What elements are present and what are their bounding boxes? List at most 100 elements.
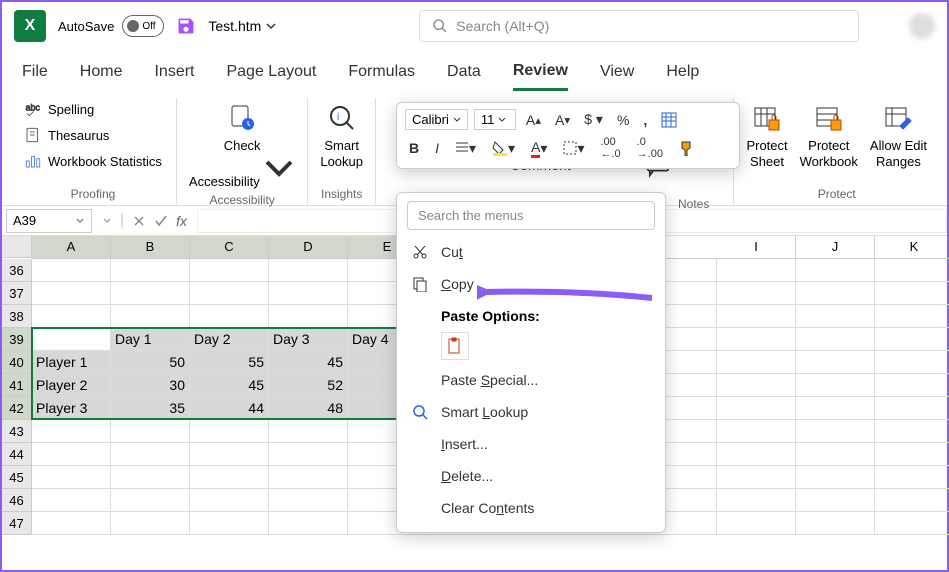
cell[interactable] [875,489,949,512]
cell[interactable] [190,512,269,535]
thesaurus-button[interactable]: Thesaurus [22,124,164,146]
font-select[interactable]: Calibri [405,109,468,130]
table-format-button[interactable] [657,110,681,130]
percent-button[interactable]: % [613,110,633,130]
cell[interactable] [875,443,949,466]
cell[interactable] [717,489,796,512]
cell[interactable] [111,512,190,535]
tab-data[interactable]: Data [447,55,481,89]
cell[interactable] [796,420,875,443]
cell[interactable] [111,420,190,443]
cell[interactable] [111,305,190,328]
borders-button[interactable]: ▾ [559,138,588,159]
cell[interactable]: 50 [111,351,190,374]
row-header[interactable]: 43 [2,420,32,443]
cell[interactable] [269,305,348,328]
col-header-d[interactable]: D [269,236,348,259]
cell[interactable] [796,305,875,328]
cell[interactable] [875,512,949,535]
name-box[interactable]: A39 [6,209,92,233]
cell[interactable] [796,351,875,374]
cell[interactable] [717,374,796,397]
row-header[interactable]: 40 [2,351,32,374]
smart-lookup-button[interactable]: i SmartLookup [320,98,363,169]
comma-button[interactable]: , [639,110,651,130]
cell[interactable] [111,466,190,489]
cell[interactable] [190,259,269,282]
cell[interactable] [875,328,949,351]
row-header[interactable]: 39 [2,328,32,351]
insert-menu-item[interactable]: Insert... [397,428,665,460]
tab-formulas[interactable]: Formulas [348,55,415,89]
tab-file[interactable]: File [22,55,48,89]
cell[interactable] [269,489,348,512]
cell[interactable] [269,466,348,489]
cell[interactable] [32,512,111,535]
cell[interactable] [190,420,269,443]
tab-review[interactable]: Review [513,54,568,91]
cell[interactable] [796,512,875,535]
cell[interactable]: 30 [111,374,190,397]
cell[interactable] [796,259,875,282]
cell[interactable] [717,305,796,328]
cell[interactable] [717,443,796,466]
row-header[interactable]: 44 [2,443,32,466]
cell[interactable]: Day 1 [111,328,190,351]
cell[interactable] [717,512,796,535]
fill-color-button[interactable]: ▾ [488,138,519,159]
cell[interactable] [190,466,269,489]
cell[interactable]: 35 [111,397,190,420]
tab-home[interactable]: Home [80,55,123,89]
workbook-stats-button[interactable]: Workbook Statistics [22,150,164,172]
decrease-font-button[interactable]: A▾ [551,110,574,130]
row-header[interactable]: 41 [2,374,32,397]
protect-workbook-button[interactable]: ProtectWorkbook [800,98,858,169]
cell[interactable] [269,259,348,282]
cell[interactable] [875,282,949,305]
cell[interactable] [190,305,269,328]
cell[interactable] [32,305,111,328]
cell[interactable] [111,282,190,305]
select-all-corner[interactable] [2,236,32,258]
protect-sheet-button[interactable]: ProtectSheet [746,98,787,169]
cell[interactable] [32,282,111,305]
cell[interactable] [32,328,111,351]
cell[interactable]: 45 [269,351,348,374]
cut-menu-item[interactable]: Cut [397,236,665,268]
row-header[interactable]: 36 [2,259,32,282]
cell[interactable] [111,443,190,466]
user-avatar[interactable] [909,13,935,39]
cell[interactable]: Player 1 [32,351,111,374]
col-header-k[interactable]: K [875,236,949,259]
font-size-select[interactable]: 11 [474,109,516,130]
cell[interactable] [796,397,875,420]
cancel-icon[interactable] [132,214,146,228]
cell[interactable] [717,328,796,351]
cell[interactable] [190,282,269,305]
cell[interactable]: Player 2 [32,374,111,397]
cell[interactable] [269,420,348,443]
cell[interactable] [796,328,875,351]
cell[interactable] [269,443,348,466]
cell[interactable] [796,443,875,466]
cell[interactable] [796,466,875,489]
cell[interactable] [111,489,190,512]
cell[interactable] [717,420,796,443]
cell[interactable] [32,489,111,512]
autosave-toggle[interactable]: AutoSave Off [58,15,164,37]
fx-icon[interactable]: fx [176,213,187,229]
cell[interactable] [190,443,269,466]
cell[interactable]: 52 [269,374,348,397]
cell[interactable] [717,351,796,374]
row-header[interactable]: 46 [2,489,32,512]
col-header-i[interactable]: I [717,236,796,259]
cell[interactable] [269,282,348,305]
cell[interactable] [875,351,949,374]
bold-button[interactable]: B [405,138,423,158]
decrease-decimal-button[interactable]: .0→.00 [633,134,667,162]
cell[interactable] [190,489,269,512]
chevron-down-icon[interactable] [102,216,112,226]
cell[interactable] [269,512,348,535]
cell[interactable] [32,466,111,489]
row-header[interactable]: 42 [2,397,32,420]
